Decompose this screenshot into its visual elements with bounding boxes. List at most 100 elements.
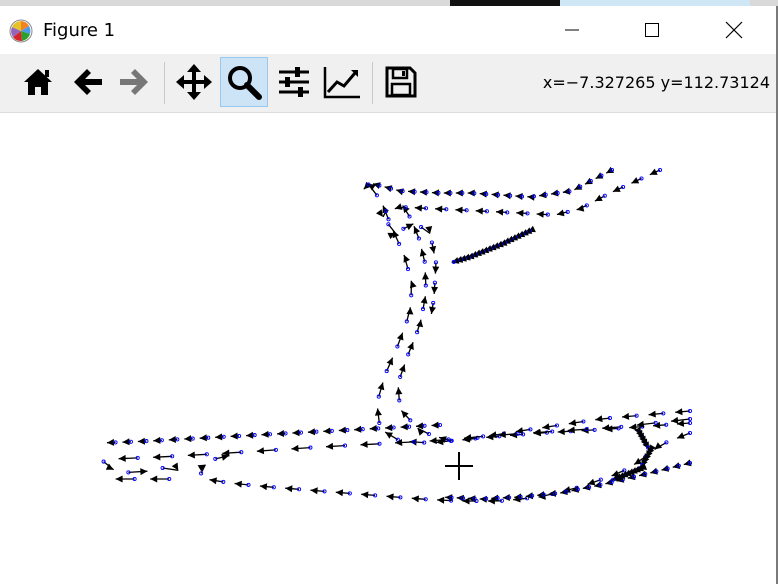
- quiver-arrow-head: [277, 430, 284, 437]
- quiver-arrow-head: [116, 476, 123, 483]
- quiver-arrow-head: [629, 424, 636, 431]
- quiver-arrow-head: [558, 428, 565, 435]
- quiver-arrow-head: [262, 431, 269, 438]
- toolbar-separator: [372, 62, 373, 104]
- quiver-arrow-head: [291, 445, 298, 452]
- quiver-arrow-head: [354, 426, 361, 433]
- quiver-arrow-head: [673, 462, 681, 469]
- maximize-button[interactable]: [612, 6, 692, 54]
- quiver-arrow-head: [583, 484, 591, 491]
- quiver-arrow-head: [323, 428, 330, 435]
- pan-button[interactable]: [170, 57, 218, 107]
- back-button[interactable]: [64, 57, 112, 107]
- quiver-arrow-head: [602, 424, 609, 431]
- quiver-arrow-head: [457, 495, 464, 502]
- quiver-arrow-head: [432, 189, 439, 196]
- window-title: Figure 1: [43, 20, 115, 41]
- quiver-arrow-head: [429, 246, 436, 254]
- quiver-arrow-head: [200, 434, 207, 441]
- quiver-arrow-head: [430, 437, 437, 444]
- quiver-arrow-head: [468, 190, 475, 197]
- quiver-arrow-head: [404, 255, 410, 263]
- quiver-arrow-head: [415, 205, 422, 212]
- quiver-arrow-head: [684, 459, 692, 466]
- quiver-arrow-head: [378, 383, 385, 391]
- quiver-arrow-head: [650, 468, 658, 475]
- quiver-arrow-head: [138, 438, 145, 445]
- quiver-arrow-head: [432, 422, 439, 429]
- navigation-toolbar: x=−7.327265 y=112.73124: [0, 54, 776, 113]
- quiver-arrow-head: [503, 494, 510, 501]
- quiver-arrow-head: [184, 435, 191, 442]
- quiver-arrow-head: [594, 481, 602, 488]
- home-icon: [20, 64, 56, 100]
- quiver-arrow-head: [336, 489, 343, 496]
- magnifier-icon: [225, 63, 263, 101]
- quiver-arrow-head: [308, 428, 315, 435]
- quiver-arrow-head: [551, 190, 559, 197]
- save-button[interactable]: [377, 57, 425, 107]
- forward-button[interactable]: [110, 57, 158, 107]
- quiver-arrow-head: [429, 307, 436, 315]
- quiver-arrow-head: [444, 190, 451, 197]
- quiver-arrow-head: [385, 424, 392, 431]
- quiver-arrow-head: [311, 487, 318, 494]
- zoom-button[interactable]: [220, 57, 268, 107]
- quiver-arrow-head: [432, 266, 439, 273]
- crosshair-cursor-icon: [444, 451, 474, 481]
- quiver-arrow-head: [671, 417, 678, 424]
- quiver-arrow-head: [257, 447, 264, 454]
- quiver-arrow-head: [406, 307, 413, 314]
- line-chart-icon: [322, 64, 362, 100]
- close-button[interactable]: [694, 6, 774, 54]
- quiver-arrow-head: [370, 425, 377, 432]
- quiver-arrow-head: [634, 458, 642, 465]
- move-icon: [174, 62, 214, 102]
- quiver-arrow-head: [150, 476, 157, 483]
- quiver-arrow-head: [376, 209, 383, 217]
- quiver-arrow-head: [622, 413, 629, 420]
- quiver-plot: [0, 113, 776, 584]
- home-button[interactable]: [14, 57, 62, 107]
- sliders-icon: [276, 64, 312, 100]
- quiver-arrow-head: [455, 207, 462, 214]
- quiver-arrow-head: [476, 208, 483, 215]
- edit-axes-button[interactable]: [318, 57, 366, 107]
- quiver-arrow-head: [533, 429, 540, 436]
- plot-canvas[interactable]: [0, 113, 776, 584]
- quiver-arrow-head: [385, 185, 393, 192]
- quiver-arrow-head: [504, 192, 511, 199]
- quiver-arrow-head: [675, 408, 682, 415]
- quiver-arrow-head: [515, 193, 522, 200]
- quiver-arrow-head: [569, 419, 577, 426]
- quiver-arrow-head: [231, 433, 238, 440]
- quiver-arrow-head: [326, 443, 333, 450]
- arrow-left-icon: [70, 64, 106, 100]
- cursor-coordinates: x=−7.327265 y=112.73124: [543, 73, 770, 92]
- quiver-arrow-head: [169, 436, 176, 443]
- quiver-arrow-head: [235, 481, 242, 488]
- figure-window: Figure 1: [0, 6, 778, 584]
- minimize-button[interactable]: [532, 6, 612, 54]
- quiver-arrow-head: [437, 497, 444, 504]
- quiver-arrow-head: [153, 454, 160, 461]
- arrow-right-icon: [116, 64, 152, 100]
- quiver-arrow-head: [416, 320, 423, 328]
- quiver-arrow-head: [563, 188, 570, 195]
- quiver-arrow-head: [119, 455, 126, 462]
- quiver-arrow-head: [361, 491, 368, 498]
- quiver-arrow-head: [542, 423, 550, 430]
- quiver-arrow-head: [649, 411, 656, 418]
- quiver-arrow-head: [431, 287, 438, 294]
- quiver-arrow-head: [537, 211, 544, 218]
- configure-subplots-button[interactable]: [270, 57, 318, 107]
- quiver-arrow-head: [140, 468, 147, 475]
- quiver-arrow-head: [421, 296, 428, 304]
- matplotlib-logo-icon: [9, 19, 33, 43]
- title-bar[interactable]: Figure 1: [0, 6, 776, 54]
- quiver-arrow-head: [557, 210, 565, 217]
- quiver-arrow-head: [492, 191, 499, 198]
- quiver-arrow-head: [188, 452, 195, 459]
- quiver-arrow-head: [456, 190, 463, 197]
- quiver-arrow-head: [408, 188, 415, 195]
